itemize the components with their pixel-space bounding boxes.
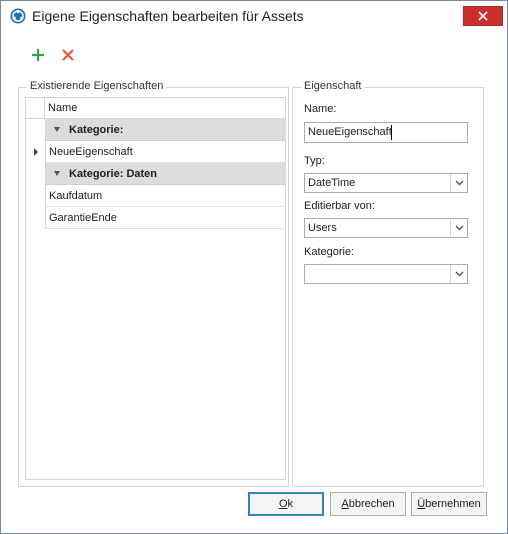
- expand-triangle-icon[interactable]: [54, 171, 60, 176]
- row-name-cell: NeueEigenschaft: [49, 146, 133, 158]
- x-icon[interactable]: [60, 47, 76, 63]
- group-row-kategorie[interactable]: Kategorie:: [26, 119, 286, 141]
- type-dropdown-value: DateTime: [308, 177, 356, 189]
- ok-button[interactable]: Ok: [248, 492, 324, 516]
- plus-icon[interactable]: [30, 47, 46, 63]
- chevron-down-icon[interactable]: [450, 174, 467, 192]
- text-caret: [391, 125, 392, 140]
- row-selector: [26, 207, 44, 229]
- chevron-down-icon[interactable]: [450, 265, 467, 283]
- ok-button-label: k: [287, 498, 294, 510]
- group-row-label: Kategorie:: [69, 124, 124, 136]
- close-icon: [478, 11, 488, 21]
- editable-by-dropdown[interactable]: Users: [304, 218, 468, 238]
- type-dropdown[interactable]: DateTime: [304, 173, 468, 193]
- editable-label: Editierbar von:: [304, 200, 375, 212]
- table-row[interactable]: Kaufdatum: [26, 185, 286, 207]
- title-bar[interactable]: Eigene Eigenschaften bearbeiten für Asse…: [1, 1, 507, 31]
- property-group-label: Eigenschaft: [301, 80, 365, 92]
- row-selector-header: [26, 98, 45, 118]
- app-logo-icon: [10, 8, 26, 24]
- ok-button-mnemonic: O: [278, 498, 288, 510]
- current-row-arrow-icon: [34, 148, 38, 156]
- group-row-kategorie-daten[interactable]: Kategorie: Daten: [26, 163, 286, 185]
- existing-properties-label: Existierende Eigenschaften: [27, 80, 167, 92]
- properties-grid[interactable]: Name Kategorie: NeueEigenschaft Kategori…: [25, 97, 286, 480]
- row-selector: [26, 119, 44, 141]
- window-title: Eigene Eigenschaften bearbeiten für Asse…: [32, 8, 304, 24]
- table-row[interactable]: GarantieEnde: [26, 207, 286, 229]
- chevron-down-icon[interactable]: [450, 219, 467, 237]
- cancel-button[interactable]: Abbrechen: [330, 492, 406, 516]
- type-label: Typ:: [304, 155, 325, 167]
- category-dropdown[interactable]: [304, 264, 468, 284]
- property-group: Eigenschaft: [292, 80, 484, 487]
- column-header-name[interactable]: Name: [48, 102, 77, 114]
- row-selector: [26, 163, 44, 185]
- name-field-value: NeueEigenschaft: [308, 126, 392, 138]
- apply-button-mnemonic: Ü: [417, 498, 426, 510]
- row-selector: [26, 185, 44, 207]
- group-row-label: Kategorie: Daten: [69, 168, 158, 180]
- expand-triangle-icon[interactable]: [54, 127, 60, 132]
- apply-button[interactable]: Übernehmen: [411, 492, 487, 516]
- apply-button-label: bernehmen: [425, 498, 481, 510]
- close-button[interactable]: [463, 6, 503, 26]
- grid-header: Name: [26, 98, 285, 119]
- row-name-cell: GarantieEnde: [49, 212, 117, 224]
- category-label: Kategorie:: [304, 246, 355, 258]
- cancel-button-mnemonic: A: [341, 498, 349, 510]
- name-field[interactable]: NeueEigenschaft: [304, 122, 468, 143]
- row-selector: [26, 141, 44, 163]
- dialog-window: Eigene Eigenschaften bearbeiten für Asse…: [0, 0, 508, 534]
- editable-dropdown-value: Users: [308, 222, 337, 234]
- name-label: Name:: [304, 103, 337, 115]
- table-row[interactable]: NeueEigenschaft: [26, 141, 286, 163]
- row-name-cell: Kaufdatum: [49, 190, 103, 202]
- cancel-button-label: bbrechen: [348, 498, 395, 510]
